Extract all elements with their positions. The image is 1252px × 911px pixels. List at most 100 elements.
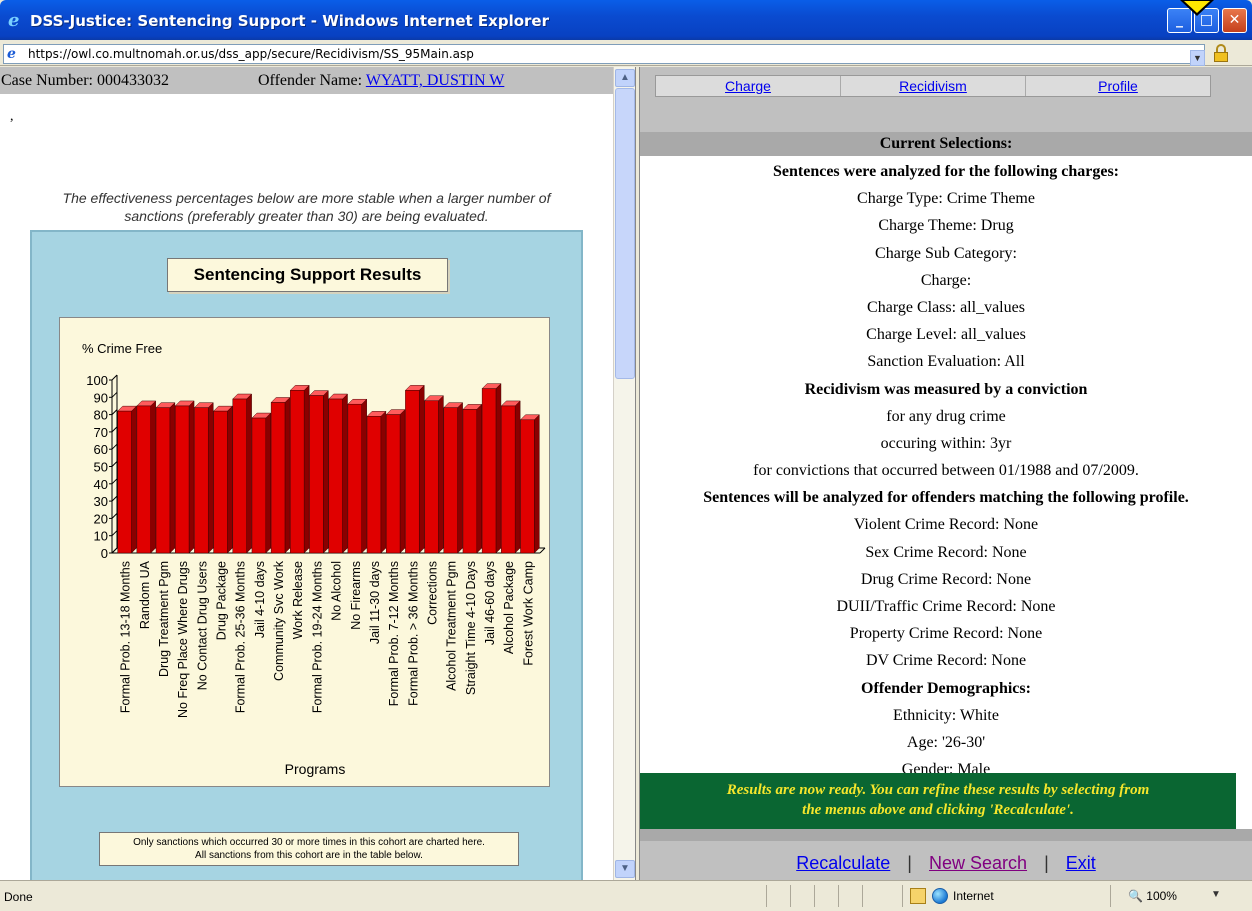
selection-line: DV Crime Record: None [865, 652, 1027, 670]
bar [424, 400, 439, 554]
address-bar: e https://owl.co.multnomah.or.us/dss_app… [0, 40, 1252, 66]
bar [481, 388, 497, 554]
x-tick-label: Random UA [138, 560, 152, 629]
y-tick-depth [111, 426, 118, 433]
window-title: DSS-Justice: Sentencing Support - Window… [30, 12, 549, 30]
x-tick-label: Jail 4-10 days [253, 561, 267, 638]
separator: | [1044, 853, 1049, 873]
selection-line: Sanction Evaluation: All [867, 353, 1025, 371]
bar-side [457, 402, 463, 554]
bar [232, 398, 247, 554]
zoom-dropdown-icon[interactable]: ▼ [1211, 889, 1221, 900]
selection-line: Charge: [920, 271, 972, 289]
right-frame: Charge Recidivism Profile Current Select… [640, 67, 1252, 880]
x-axis-label: Programs [285, 761, 346, 777]
left-frame: Case Number: 000433032 Offender Name: WY… [0, 67, 613, 880]
x-tick-label: Alcohol Package [502, 561, 516, 654]
action-bar: Recalculate | New Search | Exit [640, 829, 1252, 880]
x-tick-label: Formal Prob. 19-24 Months [310, 561, 324, 713]
bar-side [150, 400, 156, 554]
y-tick-label: 40 [94, 477, 108, 492]
x-tick-label: Formal Prob. 7-12 Months [387, 561, 401, 706]
bar [405, 390, 420, 554]
selection-details: Sentences were analyzed for the followin… [640, 159, 1252, 784]
selection-line: Charge Type: Crime Theme [857, 190, 1035, 208]
offender-info: Offender Name: WYATT, DUSTIN W [258, 72, 504, 90]
selection-line: Sex Crime Record: None [865, 543, 1027, 561]
note-line-2: sanctions (preferably greater than 30) a… [124, 208, 489, 224]
bar [155, 407, 171, 554]
exit-link[interactable]: Exit [1066, 853, 1096, 873]
bar [347, 403, 362, 554]
bar [520, 419, 535, 554]
footnote-line-1: Only sanctions which occurred 30 or more… [133, 837, 485, 848]
x-tick-label: No Firearms [349, 561, 363, 630]
nav-link-charge[interactable]: Charge [725, 78, 771, 94]
y-tick-depth [111, 461, 118, 467]
y-tick-depth [111, 530, 118, 537]
bar-side [399, 408, 406, 554]
x-tick-label: Straight Time 4-10 Days [464, 561, 478, 695]
y-axis-label: % Crime Free [82, 341, 162, 356]
x-tick-label: Community Svc Work [272, 560, 286, 681]
protected-mode-icon [910, 888, 926, 904]
nav-link-profile[interactable]: Profile [1098, 78, 1138, 94]
bar [501, 405, 516, 554]
footnote-line-2: All sanctions from this cohort are in th… [195, 850, 423, 861]
address-url[interactable]: https://owl.co.multnomah.or.us/dss_app/s… [28, 47, 474, 61]
offender-name-link[interactable]: WYATT, DUSTIN W [366, 72, 505, 89]
bar [117, 410, 132, 554]
x-tick-label: Alcohol Treatment Pgm [445, 561, 459, 691]
selection-line: Property Crime Record: None [849, 625, 1043, 643]
bar [251, 417, 267, 554]
bar-side [495, 383, 502, 554]
scroll-down-button[interactable]: ▼ [615, 860, 635, 878]
security-zone[interactable]: Internet [910, 887, 994, 905]
address-field[interactable]: e https://owl.co.multnomah.or.us/dss_app… [3, 44, 1205, 66]
arrow-down-icon: ▼ [620, 863, 630, 874]
globe-icon [932, 888, 948, 904]
page-icon: e [7, 46, 16, 62]
selection-line: Age: '26-30' [906, 733, 986, 751]
chart-area: % Crime Free 0 10 20 30 40 50 60 70 80 90 100 Formal… [59, 317, 550, 787]
close-button[interactable]: ✕ [1222, 8, 1247, 33]
x-tick-label: Jail 46-60 days [483, 561, 497, 645]
lock-icon[interactable] [1212, 44, 1230, 62]
chart-footnote: Only sanctions which occurred 30 or more… [99, 832, 519, 866]
x-tick-label: No Contact Drug Users [195, 561, 209, 690]
address-dropdown-button[interactable]: ▼ [1190, 50, 1205, 66]
nav-menu: Charge Recidivism Profile [655, 75, 1211, 97]
scroll-up-button[interactable]: ▲ [615, 69, 635, 87]
section-heading: Offender Demographics: [861, 679, 1031, 697]
y-tick-depth [111, 409, 118, 415]
x-tick-label: No Alcohol [330, 561, 344, 621]
left-scrollbar[interactable]: ▲ ▼ [613, 67, 635, 880]
bar-side [265, 412, 272, 554]
highlight-arrow-icon [1180, 0, 1214, 16]
ready-line-2: the menus above and clicking 'Recalculat… [802, 802, 1074, 818]
zoom-level[interactable]: 🔍 100% [1128, 889, 1177, 903]
nav-cell-recidivism: Recidivism [841, 76, 1026, 96]
x-tick-label: Work Release [291, 561, 305, 639]
ready-line-1: Results are now ready. You can refine th… [726, 782, 1150, 798]
case-number: Case Number: 000433032 [1, 72, 169, 89]
bar [270, 402, 286, 554]
recalculate-link[interactable]: Recalculate [796, 853, 890, 873]
bar [309, 395, 324, 554]
bar [385, 414, 401, 554]
x-tick-label: Corrections [426, 561, 440, 625]
bar-side [361, 398, 367, 554]
bar [328, 398, 343, 554]
title-bar: e DSS-Justice: Sentencing Support - Wind… [0, 0, 1252, 40]
bar-chart: % Crime Free 0 10 20 30 40 50 60 70 80 90 100 Formal… [82, 341, 546, 777]
new-search-link[interactable]: New Search [929, 853, 1027, 873]
arrow-up-icon: ▲ [620, 72, 630, 83]
selection-line: Charge Class: all_values [867, 298, 1025, 316]
selection-line: Charge Level: all_values [866, 326, 1026, 344]
scroll-thumb[interactable] [615, 88, 635, 379]
section-heading: Sentences were analyzed for the followin… [772, 163, 1119, 180]
y-tick-depth [111, 443, 118, 450]
bar [462, 409, 478, 554]
nav-link-recidivism[interactable]: Recidivism [899, 78, 967, 94]
results-ready-message: Results are now ready. You can refine th… [640, 773, 1236, 829]
